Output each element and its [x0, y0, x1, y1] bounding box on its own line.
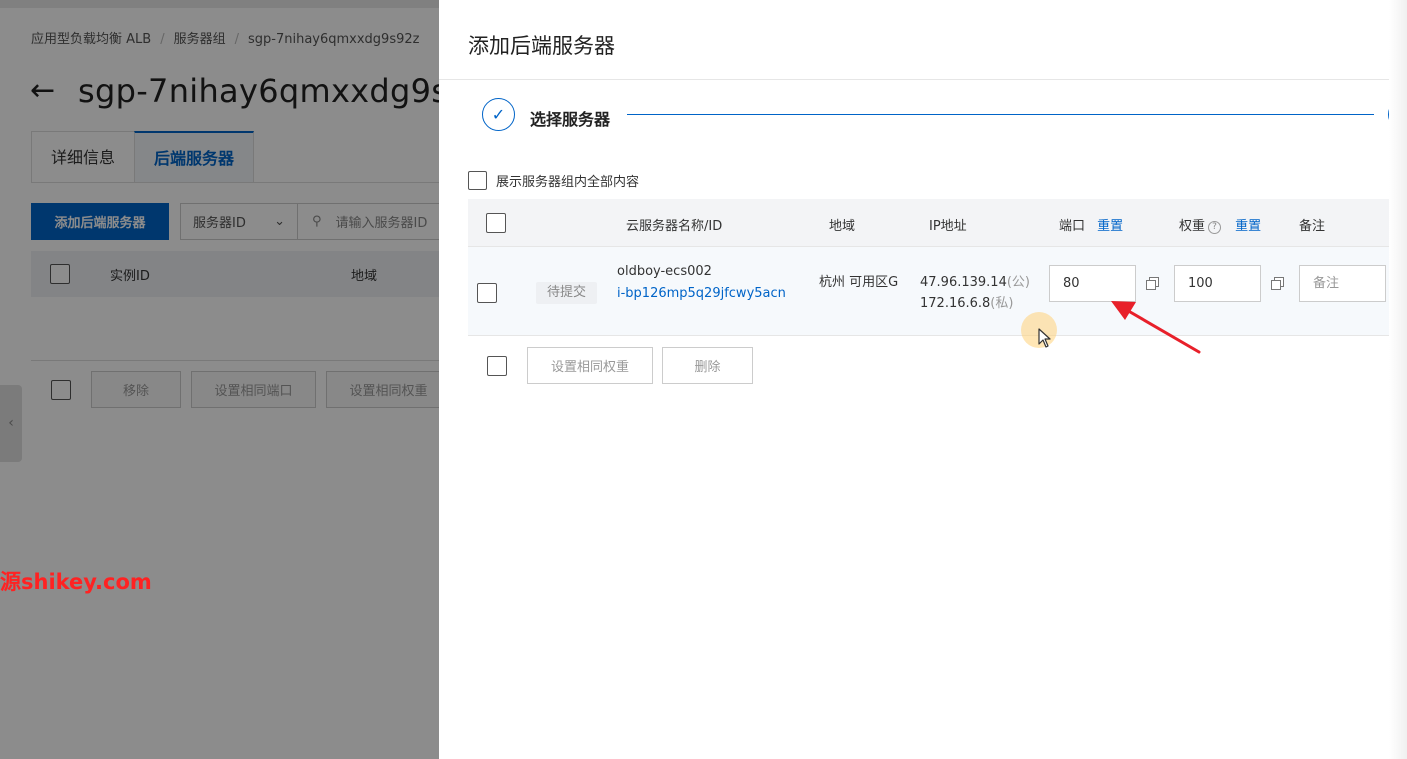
copy-port-icon[interactable] [1146, 277, 1159, 290]
server-ip: 47.96.139.14(公) 172.16.6.8(私) [920, 272, 1030, 314]
server-id-link[interactable]: i-bp126mp5q29jfcwy5acn [617, 283, 787, 305]
show-all-label: 展示服务器组内全部内容 [496, 175, 640, 190]
select-all-checkbox[interactable] [486, 213, 506, 233]
modal-overlay[interactable] [0, 0, 439, 759]
column-port: 端口 重置 [1059, 215, 1123, 234]
row-checkbox[interactable] [477, 283, 497, 303]
ip-public-tag: (公) [1006, 275, 1030, 290]
drawer-title: 添加后端服务器 [468, 34, 615, 58]
ip-private: 172.16.6.8 [920, 296, 991, 311]
drawer-right-edge [1389, 0, 1407, 759]
server-region: 杭州 可用区G [819, 275, 899, 290]
add-backend-server-drawer: 添加后端服务器 ✓ 选择服务器 2 展示服务器组内全部内容 云服务器名称/ID … [439, 0, 1407, 759]
column-region: 地域 [829, 219, 856, 234]
copy-weight-icon[interactable] [1271, 277, 1284, 290]
weight-reset-link[interactable]: 重置 [1235, 219, 1261, 234]
table-row: 待提交 oldboy-ecs002 i-bp126mp5q29jfcwy5acn… [468, 247, 1407, 336]
step1-check-icon: ✓ [482, 98, 515, 131]
watermark: 源shikey.com [0, 570, 152, 594]
mouse-cursor-icon [1038, 328, 1051, 348]
help-icon[interactable]: ? [1208, 221, 1222, 234]
footer-select-checkbox[interactable] [487, 356, 507, 376]
column-server-name: 云服务器名称/ID [626, 219, 723, 234]
column-ip: IP地址 [929, 219, 967, 234]
delete-button[interactable]: 删除 [662, 347, 753, 384]
server-name: oldboy-ecs002 [617, 264, 712, 279]
ip-private-tag: (私) [990, 296, 1014, 311]
column-port-label: 端口 [1059, 219, 1086, 234]
drawer-header: 添加后端服务器 [439, 0, 1407, 80]
port-reset-link[interactable]: 重置 [1097, 219, 1123, 234]
show-all-checkbox[interactable] [468, 171, 487, 190]
server-table-header: 云服务器名称/ID 地域 IP地址 端口 重置 权重? 重置 备注 [468, 199, 1407, 247]
column-weight-label: 权重 [1179, 219, 1206, 234]
column-weight: 权重? 重置 [1179, 215, 1261, 234]
annotation-arrow-icon [1111, 301, 1201, 354]
remark-input[interactable] [1299, 265, 1386, 302]
show-all-toggle[interactable]: 展示服务器组内全部内容 [468, 171, 639, 190]
column-remark: 备注 [1299, 219, 1326, 234]
step-connector [627, 114, 1374, 115]
ip-public: 47.96.139.14 [920, 275, 1007, 290]
step1-label: 选择服务器 [530, 110, 611, 129]
status-badge: 待提交 [536, 282, 598, 304]
set-same-weight-button[interactable]: 设置相同权重 [527, 347, 653, 384]
